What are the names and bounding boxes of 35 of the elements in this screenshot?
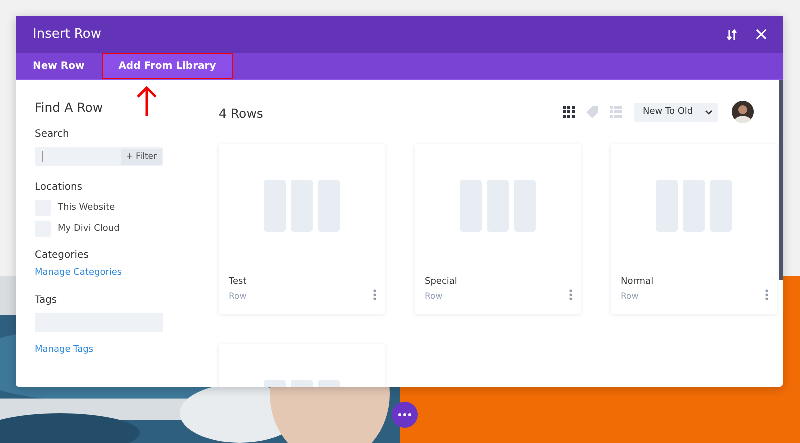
checkbox-label: This Website [58, 203, 116, 213]
manage-tags-link[interactable]: Manage Tags [35, 345, 183, 355]
card-type: Row [425, 292, 444, 302]
sidebar-title: Find A Row [35, 100, 104, 115]
sort-dropdown[interactable]: New To Old [634, 102, 718, 122]
card-type: Row [621, 292, 640, 302]
filter-button[interactable]: + Filter [121, 148, 162, 164]
more-button[interactable] [392, 402, 418, 428]
more-icon[interactable] [569, 289, 573, 301]
chevron-down-icon [705, 110, 713, 114]
close-icon[interactable] [756, 29, 767, 40]
row-card[interactable]: Test Row [219, 144, 385, 314]
row-card[interactable]: Normal Row [611, 144, 777, 314]
card-type: Row [229, 292, 247, 302]
sort-icon[interactable] [726, 28, 738, 40]
row-card[interactable]: Special Row [415, 144, 581, 314]
section-label: Search [35, 129, 70, 140]
grid-view-icon[interactable] [563, 106, 575, 118]
window-title: Insert Row [33, 27, 102, 42]
section-label: Locations [35, 182, 84, 193]
row-count: 4 Rows [219, 106, 264, 120]
avatar-icon[interactable] [732, 101, 754, 123]
card-title: Normal [621, 277, 654, 287]
card-title: Special [425, 277, 458, 287]
card-title: Test [229, 277, 247, 287]
tab[interactable]: New Row [16, 53, 102, 79]
more-icon[interactable] [373, 289, 377, 301]
section-label: Categories [35, 250, 90, 261]
section-label: Tags [35, 295, 58, 306]
manage-categories-link[interactable]: Manage Categories [35, 268, 183, 278]
checkbox-label: My Divi Cloud [58, 224, 120, 234]
more-icon[interactable] [765, 289, 769, 301]
search-field[interactable]: + Filter [35, 147, 163, 166]
arrow-drawing [135, 85, 159, 117]
tab[interactable]: Add From Library [102, 53, 234, 79]
